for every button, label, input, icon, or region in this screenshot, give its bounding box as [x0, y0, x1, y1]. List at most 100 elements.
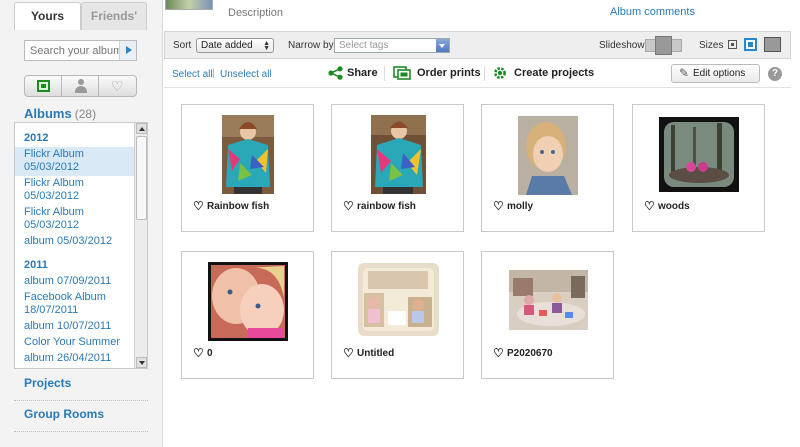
photo-thumbnail[interactable]: [371, 115, 426, 194]
description-label[interactable]: Description: [228, 7, 283, 19]
size-small-icon[interactable]: [728, 40, 737, 49]
updown-arrow-icon: ▲ ▼: [263, 40, 270, 52]
photo-card[interactable]: ♡ rainbow fish: [331, 104, 464, 232]
favorite-heart-icon[interactable]: ♡: [343, 347, 354, 359]
photo-thumbnail[interactable]: [518, 116, 578, 195]
projects-link[interactable]: Projects: [24, 376, 71, 390]
gear-icon: [494, 67, 506, 79]
help-icon[interactable]: ?: [768, 67, 782, 81]
albums-title: Albums: [24, 106, 72, 121]
album-list-scrollbar[interactable]: [134, 123, 147, 368]
prints-icon: [393, 66, 411, 80]
filter-favorites-button[interactable]: ♡: [98, 75, 137, 97]
album-filter-buttons: ♡: [24, 75, 137, 97]
dropdown-arrow-icon: [436, 39, 449, 52]
divider: [484, 66, 485, 81]
tab-yours[interactable]: Yours: [14, 2, 81, 30]
album-list-content: 2012 Flickr Album 05/03/2012 Flickr Album …: [15, 123, 135, 368]
photo-thumbnail[interactable]: [358, 263, 439, 336]
size-medium-icon[interactable]: [744, 38, 757, 51]
divider: [14, 431, 148, 432]
photos-icon: [37, 80, 50, 92]
group-rooms-link[interactable]: Group Rooms: [24, 407, 104, 421]
scroll-thumb[interactable]: [136, 136, 147, 220]
pipe-divider: |: [212, 68, 215, 79]
albums-heading[interactable]: Albums (28): [24, 106, 96, 121]
album-list-item[interactable]: Flickr Album 05/03/2012: [15, 176, 135, 205]
photo-card[interactable]: ♡ woods: [632, 104, 765, 232]
photo-title: rainbow fish: [357, 201, 416, 212]
album-list-item[interactable]: Flickr Album 05/03/2012: [15, 205, 135, 234]
photo-card[interactable]: ♡ molly: [481, 104, 614, 232]
album-list-item[interactable]: album 26/04/2011: [15, 351, 135, 367]
tags-placeholder: Select tags: [339, 40, 389, 51]
favorite-heart-icon[interactable]: ♡: [193, 347, 204, 359]
album-list: 2012 Flickr Album 05/03/2012 Flickr Album …: [14, 122, 148, 369]
view-toolbar: Sort Date added ▲ ▼ Narrow by Select tags…: [164, 31, 791, 59]
favorite-heart-icon[interactable]: ♡: [343, 200, 354, 212]
size-large-icon[interactable]: [764, 37, 781, 52]
photo-title: Rainbow fish: [207, 201, 270, 212]
photo-title: Untitled: [357, 348, 395, 359]
album-comments-link[interactable]: Album comments: [610, 6, 695, 18]
photo-title: P2020670: [507, 348, 553, 359]
album-cover-thumbnail[interactable]: [165, 0, 213, 10]
slideshow-icon-front: [655, 36, 672, 55]
action-toolbar: Select all | Unselect all Share Order pr…: [164, 59, 791, 88]
photo-thumbnail[interactable]: [208, 262, 288, 341]
divider: [384, 66, 385, 81]
sort-select[interactable]: Date added ▲ ▼: [196, 38, 274, 53]
photo-title: 0: [207, 348, 213, 359]
unselect-all-link[interactable]: Unselect all: [220, 69, 272, 80]
album-list-item[interactable]: Facebook Album: [15, 367, 135, 368]
create-projects-label: Create projects: [514, 67, 595, 79]
search-go-icon[interactable]: [119, 41, 136, 60]
filter-people-button[interactable]: [61, 75, 99, 97]
sort-value: Date added: [201, 40, 253, 51]
sidebar-tabs: Yours Friends': [14, 2, 147, 30]
sidebar: Yours Friends' ♡ Albums (28) 2012 Flickr …: [0, 0, 163, 447]
album-year-heading: 2011: [24, 259, 48, 271]
order-prints-label: Order prints: [417, 67, 481, 79]
favorite-heart-icon[interactable]: ♡: [493, 200, 504, 212]
slideshow-label: Slideshow: [599, 40, 645, 51]
photo-card[interactable]: ♡ P2020670: [481, 251, 614, 379]
pencil-icon: ✎: [679, 66, 690, 80]
slideshow-button[interactable]: [645, 36, 682, 55]
share-label: Share: [347, 67, 378, 79]
person-icon: [75, 79, 87, 93]
photo-thumbnail[interactable]: [659, 117, 739, 192]
photo-card[interactable]: ♡ Rainbow fish: [181, 104, 314, 232]
photo-title: molly: [507, 201, 534, 212]
select-all-link[interactable]: Select all: [172, 69, 213, 80]
photo-card[interactable]: ♡ 0: [181, 251, 314, 379]
sort-label: Sort: [173, 40, 192, 51]
edit-options-button[interactable]: ✎ Edit options: [671, 64, 760, 83]
album-search-input[interactable]: [25, 41, 120, 60]
narrow-by-label: Narrow by: [288, 40, 334, 51]
scroll-down-arrow-icon[interactable]: [136, 357, 147, 368]
photo-thumbnail[interactable]: [509, 270, 588, 330]
tab-friends[interactable]: Friends': [81, 2, 147, 30]
album-list-item[interactable]: album 10/07/2011: [15, 319, 135, 335]
favorite-heart-icon[interactable]: ♡: [493, 347, 504, 359]
photo-card[interactable]: ♡ Untitled: [331, 251, 464, 379]
scroll-up-arrow-icon[interactable]: [136, 123, 147, 134]
tags-select[interactable]: Select tags: [334, 38, 450, 53]
album-list-item[interactable]: Flickr Album 05/03/2012: [15, 147, 135, 176]
favorite-heart-icon[interactable]: ♡: [193, 200, 204, 212]
divider: [14, 400, 148, 401]
album-list-item[interactable]: album 07/09/2011: [15, 274, 135, 290]
album-list-item[interactable]: album 05/03/2012: [15, 234, 135, 250]
photo-title: woods: [658, 201, 690, 212]
album-search: [24, 40, 137, 61]
album-year-heading: 2012: [24, 132, 49, 144]
filter-albums-button[interactable]: [24, 75, 62, 97]
albums-count: (28): [74, 107, 97, 121]
album-list-item[interactable]: Color Your Summer: [15, 335, 135, 351]
sizes-label: Sizes: [699, 40, 724, 51]
album-list-item[interactable]: Facebook Album 18/07/2011: [15, 290, 135, 319]
photo-thumbnail[interactable]: [222, 115, 274, 194]
favorite-heart-icon[interactable]: ♡: [644, 200, 655, 212]
edit-options-label: Edit options: [693, 68, 746, 79]
